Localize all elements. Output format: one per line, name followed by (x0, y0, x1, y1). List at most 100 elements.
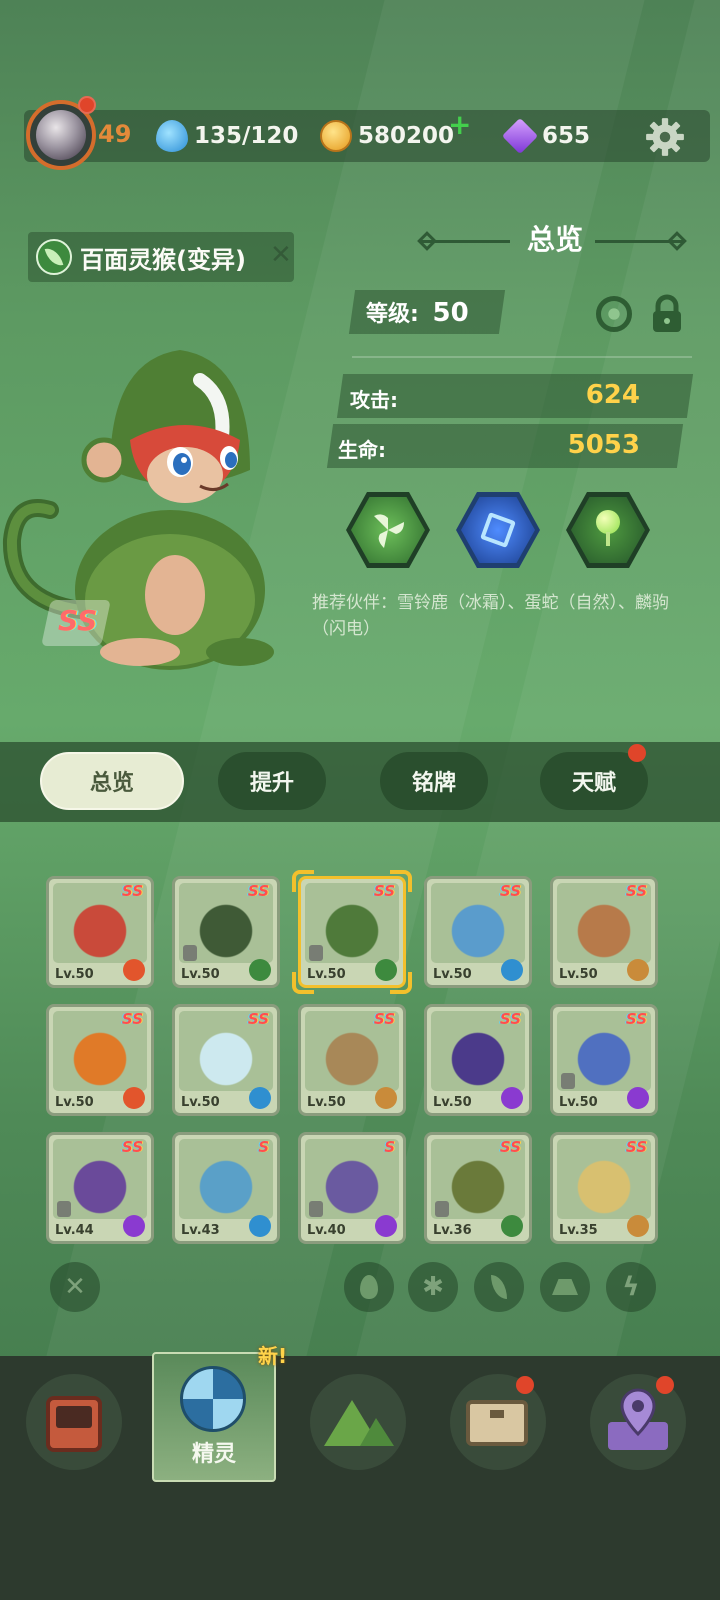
creature-card[interactable]: SS Lv.50 (424, 1004, 532, 1116)
attack-value: 624 (585, 380, 640, 410)
level-value: 50 (432, 298, 469, 328)
selection-corner (390, 972, 412, 994)
lightning-element-icon (501, 1087, 523, 1109)
ice-element-icon (249, 1215, 271, 1237)
lock-icon (309, 945, 323, 961)
creature-card[interactable]: SS Lv.50 (172, 1004, 280, 1116)
card-rank: SS (121, 1010, 143, 1028)
card-level: Lv.50 (307, 1095, 346, 1110)
creature-card[interactable]: S Lv.40 (298, 1132, 406, 1244)
ice-element-icon (249, 1087, 271, 1109)
coin-value: 580200 (358, 123, 455, 149)
gem-value: 655 (542, 123, 591, 149)
player-level: 49 (98, 120, 132, 148)
plus-icon[interactable]: + (448, 108, 471, 141)
creature-card[interactable]: SS Lv.50 (424, 876, 532, 988)
water-drop-icon (156, 120, 188, 152)
paw-coin-icon (320, 120, 352, 152)
hp-value: 5053 (567, 430, 640, 460)
creature-name-plate: 百面灵猴(变异) (28, 232, 294, 282)
card-rank: SS (625, 1010, 647, 1028)
card-level: Lv.44 (55, 1223, 94, 1238)
lightning-element-icon (627, 1087, 649, 1109)
leaf-filter-icon[interactable] (474, 1262, 524, 1312)
card-level: Lv.50 (559, 1095, 598, 1110)
fire-filter-icon[interactable] (344, 1262, 394, 1312)
leaf-element-icon (249, 959, 271, 981)
talent-notification-badge (628, 744, 646, 762)
clear-filter-icon[interactable]: ✕ (50, 1262, 100, 1312)
selection-corner (390, 870, 412, 892)
lock-icon (561, 1073, 575, 1089)
card-level: Lv.50 (55, 1095, 94, 1110)
level-label: 等级: (366, 302, 419, 327)
card-rank: SS (247, 882, 269, 900)
creature-card[interactable]: SS Lv.35 (550, 1132, 658, 1244)
card-rank: S (384, 1138, 395, 1156)
creature-card[interactable]: SS Lv.50 (550, 1004, 658, 1116)
map-notification-badge (656, 1376, 674, 1394)
card-rank: SS (247, 1010, 269, 1028)
ice-element-icon (501, 959, 523, 981)
earth-element-icon (375, 1087, 397, 1109)
earth-element-icon (627, 1215, 649, 1237)
creature-portrait (2, 350, 274, 670)
card-rank: S (258, 1138, 269, 1156)
creature-name: 百面灵猴(变异) (80, 245, 246, 274)
creature-card[interactable]: S Lv.43 (172, 1132, 280, 1244)
earth-element-icon (627, 959, 649, 981)
card-level: Lv.50 (433, 1095, 472, 1110)
tab-overview[interactable]: 总览 (40, 752, 184, 810)
spirit-swirl-icon (180, 1366, 246, 1432)
close-icon: ✕ (270, 240, 292, 270)
creature-card[interactable]: SS Lv.44 (46, 1132, 154, 1244)
gear-icon[interactable] (644, 116, 686, 158)
purple-gem-icon (501, 117, 539, 155)
fire-element-icon (123, 1087, 145, 1109)
leaf-element-icon (501, 1215, 523, 1237)
gem-counter: 655 (501, 116, 591, 156)
card-rank: SS (499, 1010, 521, 1028)
creature-card[interactable]: SS Lv.36 (424, 1132, 532, 1244)
fire-element-icon (123, 959, 145, 981)
recommended-partners: 推荐伙伴：雪铃鹿（冰霜）、蛋蛇（自然）、麟驹（闪电） (312, 593, 669, 639)
target-icon[interactable] (596, 296, 632, 332)
tab-upgrade[interactable]: 提升 (218, 752, 326, 810)
card-level: Lv.50 (181, 967, 220, 982)
earth-filter-icon[interactable] (540, 1262, 590, 1312)
card-level: Lv.35 (559, 1223, 598, 1238)
card-rank: SS (121, 882, 143, 900)
card-rank: SS (499, 1138, 521, 1156)
lock-icon[interactable] (650, 294, 684, 334)
avatar-notification-badge (78, 96, 96, 114)
hp-label: 生命: (338, 438, 386, 462)
divider (352, 356, 692, 358)
mountain-icon[interactable] (310, 1374, 406, 1470)
selection-corner (292, 972, 314, 994)
energy-value: 135/120 (194, 123, 299, 149)
attack-label: 攻击: (350, 388, 398, 412)
coin-counter: 580200 (320, 116, 454, 156)
lock-icon (183, 945, 197, 961)
lightning-filter-icon[interactable]: ϟ (606, 1262, 656, 1312)
chest-notification-badge (516, 1376, 534, 1394)
lock-icon (309, 1201, 323, 1217)
card-level: Lv.40 (307, 1223, 346, 1238)
card-rank: SS (625, 1138, 647, 1156)
creature-card[interactable]: SS Lv.50 (46, 1004, 154, 1116)
card-level: Lv.50 (181, 1095, 220, 1110)
ice-filter-icon[interactable]: ✱ (408, 1262, 458, 1312)
creature-card[interactable]: SS Lv.50 (550, 876, 658, 988)
lightning-element-icon (123, 1215, 145, 1237)
card-rank: SS (499, 882, 521, 900)
creature-card[interactable]: SS Lv.50 (298, 1004, 406, 1116)
console-icon[interactable] (26, 1374, 122, 1470)
creature-card[interactable]: SS Lv.50 (172, 876, 280, 988)
card-rank: SS (373, 1010, 395, 1028)
selection-corner (292, 870, 314, 892)
card-level: Lv.43 (181, 1223, 220, 1238)
card-level: Lv.50 (433, 967, 472, 982)
creature-card[interactable]: SS Lv.50 (46, 876, 154, 988)
lock-icon (57, 1201, 71, 1217)
tab-nameplate[interactable]: 铭牌 (380, 752, 488, 810)
